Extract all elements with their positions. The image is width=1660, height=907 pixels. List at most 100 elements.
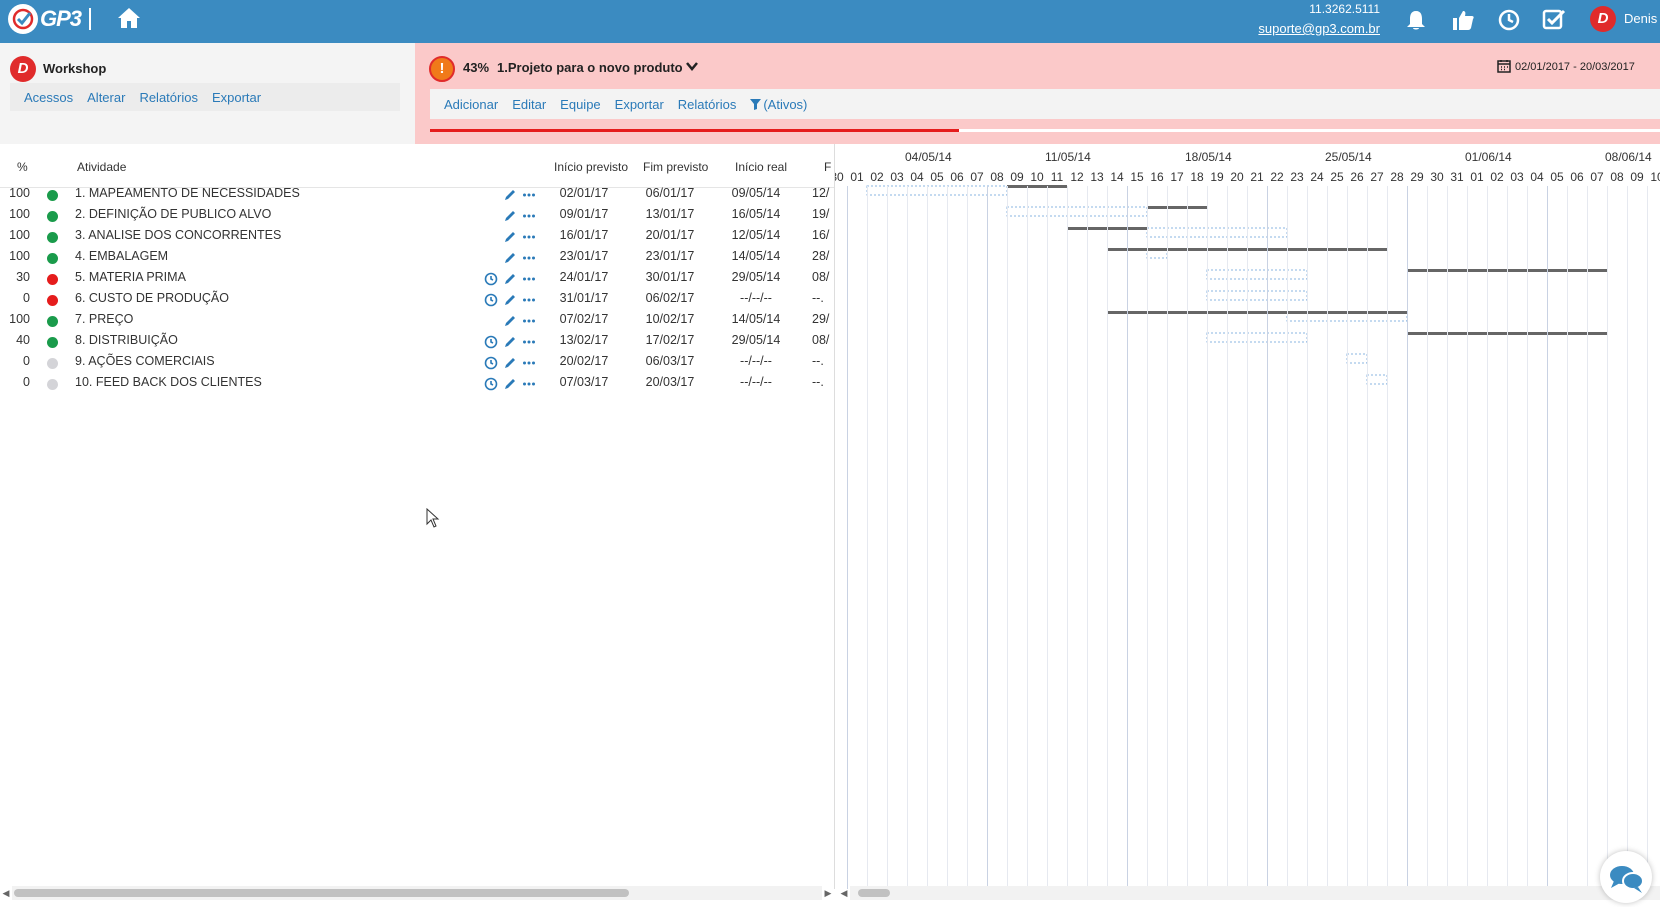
gantt-gridline <box>1227 186 1228 889</box>
more-options-icon[interactable] <box>522 251 536 265</box>
more-options-icon[interactable] <box>522 356 536 370</box>
col-header-activity[interactable]: Atividade <box>77 160 126 174</box>
clock-icon[interactable] <box>484 377 498 391</box>
more-options-icon[interactable] <box>522 293 536 307</box>
col-header-start-planned[interactable]: Início previsto <box>554 160 628 174</box>
project-link-relatorios[interactable]: Relatórios <box>678 97 737 112</box>
table-row[interactable]: 0 10. FEED BACK DOS CLIENTES 07/03/17 20… <box>0 375 834 396</box>
clock-icon[interactable] <box>484 356 498 370</box>
workspace-link-alterar[interactable]: Alterar <box>87 90 125 105</box>
gantt-planned-bar[interactable] <box>1346 353 1368 364</box>
table-row[interactable]: 30 5. MATERIA PRIMA 24/01/17 30/01/17 29… <box>0 270 834 291</box>
activity-name[interactable]: 9. AÇÕES COMERCIAIS <box>75 354 215 368</box>
table-row[interactable]: 100 3. ANALISE DOS CONCORRENTES 16/01/17… <box>0 228 834 249</box>
edit-pencil-icon[interactable] <box>503 377 517 391</box>
gantt-real-bar[interactable] <box>1147 206 1207 209</box>
gantt-planned-bar[interactable] <box>1366 374 1388 385</box>
more-options-icon[interactable] <box>522 230 536 244</box>
project-link-editar[interactable]: Editar <box>512 97 546 112</box>
gantt-gridline <box>867 186 868 889</box>
home-icon[interactable] <box>116 6 142 30</box>
activity-name[interactable]: 2. DEFINIÇÃO DE PUBLICO ALVO <box>75 207 271 221</box>
gantt-planned-bar[interactable] <box>1206 290 1308 301</box>
project-link-adicionar[interactable]: Adicionar <box>444 97 498 112</box>
col-header-start-real[interactable]: Início real <box>735 160 787 174</box>
gantt-planned-bar[interactable] <box>1206 269 1308 280</box>
table-row[interactable]: 100 4. EMBALAGEM 23/01/17 23/01/17 14/05… <box>0 249 834 270</box>
table-row[interactable]: 0 9. AÇÕES COMERCIAIS 20/02/17 06/03/17 … <box>0 354 834 375</box>
gantt-planned-bar[interactable] <box>866 185 1008 196</box>
activity-name[interactable]: 5. MATERIA PRIMA <box>75 270 186 284</box>
start-real: 16/05/14 <box>731 207 781 221</box>
edit-pencil-icon[interactable] <box>503 251 517 265</box>
scroll-left-arrow[interactable]: ◀ <box>0 886 12 900</box>
gp3-logo[interactable]: GP3 <box>8 2 92 36</box>
activity-name[interactable]: 1. MAPEAMENTO DE NECESSIDADES <box>75 186 300 200</box>
gantt-gridline <box>1067 186 1068 889</box>
edit-pencil-icon[interactable] <box>503 335 517 349</box>
edit-pencil-icon[interactable] <box>503 356 517 370</box>
activity-name[interactable]: 3. ANALISE DOS CONCORRENTES <box>75 228 281 242</box>
clock-icon[interactable] <box>1496 8 1522 32</box>
filter-active-button[interactable]: (Ativos) <box>750 97 807 112</box>
user-avatar[interactable]: D <box>1590 6 1616 32</box>
activity-name[interactable]: 8. DISTRIBUIÇÃO <box>75 333 178 347</box>
clock-icon[interactable] <box>484 293 498 307</box>
start-real: --/--/-- <box>740 354 772 368</box>
gantt-planned-bar[interactable] <box>1006 206 1148 217</box>
support-email-link[interactable]: suporte@gp3.com.br <box>1200 21 1380 36</box>
gantt-planned-bar[interactable] <box>1146 227 1288 238</box>
edit-pencil-icon[interactable] <box>503 230 517 244</box>
activity-name[interactable]: 6. CUSTO DE PRODUÇÃO <box>75 291 229 305</box>
activity-name[interactable]: 4. EMBALAGEM <box>75 249 168 263</box>
more-options-icon[interactable] <box>522 314 536 328</box>
project-name[interactable]: 1.Projeto para o novo produto <box>497 60 683 75</box>
scroll-right-arrow[interactable]: ▶ <box>822 886 834 900</box>
workspace-link-relatorios[interactable]: Relatórios <box>139 90 198 105</box>
workspace-link-acessos[interactable]: Acessos <box>24 90 73 105</box>
table-row[interactable]: 100 1. MAPEAMENTO DE NECESSIDADES 02/01/… <box>0 186 834 207</box>
table-row[interactable]: 100 7. PREÇO 07/02/17 10/02/17 14/05/14 … <box>0 312 834 333</box>
gantt-scroll-left-arrow[interactable]: ◀ <box>838 886 850 900</box>
edit-pencil-icon[interactable] <box>503 188 517 202</box>
checkbox-checked-icon[interactable] <box>1541 8 1567 32</box>
workspace-title[interactable]: Workshop <box>43 61 106 76</box>
edit-pencil-icon[interactable] <box>503 272 517 286</box>
user-name[interactable]: Denis <box>1624 11 1657 26</box>
project-link-equipe[interactable]: Equipe <box>560 97 600 112</box>
clock-icon[interactable] <box>484 335 498 349</box>
gantt-planned-bar[interactable] <box>1206 332 1308 343</box>
table-hscroll-thumb[interactable] <box>14 889 629 897</box>
gantt-hscroll-thumb[interactable] <box>858 889 890 897</box>
col-header-end-real[interactable]: F <box>824 160 831 174</box>
activity-name[interactable]: 7. PREÇO <box>75 312 133 326</box>
gantt-gridline <box>1007 186 1008 889</box>
project-link-exportar[interactable]: Exportar <box>615 97 664 112</box>
chat-button[interactable] <box>1600 851 1652 903</box>
more-options-icon[interactable] <box>522 272 536 286</box>
col-header-pct[interactable]: % <box>17 160 28 174</box>
table-row[interactable]: 0 6. CUSTO DE PRODUÇÃO 31/01/17 06/02/17… <box>0 291 834 312</box>
gantt-hscrollbar[interactable] <box>850 886 1660 900</box>
end-real: 19/ <box>812 207 830 221</box>
more-options-icon[interactable] <box>522 188 536 202</box>
activity-name[interactable]: 10. FEED BACK DOS CLIENTES <box>75 375 262 389</box>
table-row[interactable]: 100 2. DEFINIÇÃO DE PUBLICO ALVO 09/01/1… <box>0 207 834 228</box>
table-row[interactable]: 40 8. DISTRIBUIÇÃO 13/02/17 17/02/17 29/… <box>0 333 834 354</box>
bell-icon[interactable] <box>1403 8 1429 32</box>
chevron-down-icon[interactable] <box>685 59 699 73</box>
more-options-icon[interactable] <box>522 209 536 223</box>
col-header-end-planned[interactable]: Fim previsto <box>643 160 708 174</box>
clock-icon[interactable] <box>484 272 498 286</box>
workspace-link-exportar[interactable]: Exportar <box>212 90 261 105</box>
table-hscrollbar[interactable] <box>12 886 822 900</box>
gantt-real-bar[interactable] <box>1107 311 1407 314</box>
edit-pencil-icon[interactable] <box>503 314 517 328</box>
thumbs-up-icon[interactable] <box>1450 8 1476 32</box>
edit-pencil-icon[interactable] <box>503 293 517 307</box>
gantt-week-label: 11/05/14 <box>1045 150 1091 164</box>
gantt-real-bar[interactable] <box>1007 185 1067 188</box>
more-options-icon[interactable] <box>522 335 536 349</box>
edit-pencil-icon[interactable] <box>503 209 517 223</box>
more-options-icon[interactable] <box>522 377 536 391</box>
